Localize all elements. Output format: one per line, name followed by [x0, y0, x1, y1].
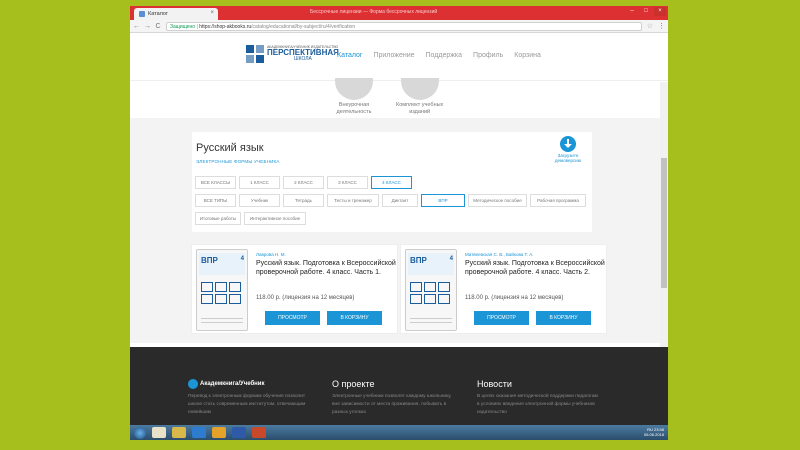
ie-icon[interactable] [192, 427, 206, 438]
type-chip-method[interactable]: Методическое пособие [468, 194, 527, 207]
book-author: Лаврова Н. М. [256, 252, 286, 257]
secure-label: Защищено [170, 23, 196, 30]
footer-news-title[interactable]: Новости [477, 379, 512, 389]
page-favicon-icon [139, 11, 145, 17]
cover-grid-icon [201, 282, 241, 304]
footer-about-text: Электронные учебники позволят каждому шк… [332, 394, 452, 416]
category-extracurricular[interactable]: Внеурочная деятельность [335, 78, 373, 115]
view-button[interactable]: ПРОСМОТР [265, 311, 320, 325]
screen: Каталог × Бессрочные лицензии — Форма бе… [130, 6, 668, 440]
subject-subtitle: ЭЛЕКТРОННЫЕ ФОРМЫ УЧЕБНИКА [196, 159, 280, 164]
type-filter-row2: Итоговые работы Интерактивное пособие [195, 212, 306, 225]
add-to-cart-button[interactable]: В КОРЗИНУ [536, 311, 591, 325]
cover-grade: 4 [240, 256, 244, 262]
footer-brand-text: Перевод к электронным формам обучения по… [188, 394, 306, 416]
browser-tab-inactive[interactable]: Бессрочные лицензии — Форма бессрочных л… [310, 9, 437, 15]
url-path: /catalog/educational/by-subject/ru/4/ver… [251, 23, 356, 30]
book-price: 118.00 р. (лицензия на 12 месяцев) [256, 295, 355, 301]
type-chip-interactive[interactable]: Интерактивное пособие [244, 212, 306, 225]
download-demo-button[interactable]: Загрузите демоверсию [548, 136, 588, 164]
main-nav: Каталог Приложение Поддержка Профиль Кор… [337, 52, 541, 59]
grade-chip-3[interactable]: 3 КЛАСС [327, 176, 368, 189]
cover-grade: 4 [449, 256, 453, 262]
type-filter: ВСЕ ТИПЫ Учебник Тетрадь Тесты и тренаже… [195, 194, 586, 207]
minimize-button[interactable]: – [626, 7, 638, 16]
download-icon [560, 136, 576, 152]
type-chip-program[interactable]: Рабочая программа [530, 194, 586, 207]
nav-cart[interactable]: Корзина [514, 52, 541, 59]
book-cover[interactable]: ВПР 4 [405, 249, 457, 331]
windows-taskbar: RU 23:58 06.06.2018 [130, 425, 668, 440]
bookmark-star-icon[interactable]: ☆ [647, 22, 653, 30]
nav-catalog[interactable]: Каталог [337, 52, 362, 59]
system-tray[interactable]: RU 23:58 06.06.2018 [643, 427, 664, 438]
word-icon[interactable] [232, 427, 246, 438]
type-chip-vpr[interactable]: ВПР [421, 194, 465, 207]
grade-chip-4[interactable]: 4 КЛАСС [371, 176, 412, 189]
grade-filter: ВСЕ КЛАССЫ 1 КЛАСС 2 КЛАСС 3 КЛАСС 4 КЛА… [195, 176, 412, 189]
site-logo[interactable]: АКАДЕМКНИГА/УЧЕБНИК ИЗДАТЕЛЬСТВО ПЕРСПЕК… [246, 45, 339, 63]
maximize-button[interactable]: □ [640, 7, 652, 16]
browser-menu-icon[interactable]: ⋮ [658, 22, 665, 30]
footer-news-text: В целях оказания методической поддержки … [477, 394, 598, 416]
folder-icon[interactable] [172, 427, 186, 438]
grade-chip-1[interactable]: 1 КЛАСС [239, 176, 280, 189]
nav-app[interactable]: Приложение [373, 52, 414, 59]
window-controls: – □ × [626, 7, 666, 16]
back-button[interactable]: ← [133, 23, 140, 30]
book-cover[interactable]: ВПР 4 [196, 249, 248, 331]
extracurricular-icon [335, 78, 373, 100]
type-chip-workbook[interactable]: Тетрадь [283, 194, 324, 207]
type-chip-final[interactable]: Итоговые работы [195, 212, 241, 225]
kits-icon [400, 78, 439, 100]
address-bar[interactable]: Защищено | https://shop-akbooks.ru/catal… [166, 21, 642, 31]
tab-close-icon[interactable]: × [210, 10, 214, 16]
browser-tabbar: Каталог × Бессрочные лицензии — Форма бе… [130, 6, 668, 20]
add-to-cart-button[interactable]: В КОРЗИНУ [327, 311, 382, 325]
product-card: ВПР 4 Лаврова Н. М. Русский язык. Подгот… [191, 244, 398, 334]
book-title[interactable]: Русский язык. Подготовка к Всероссийской… [465, 260, 605, 278]
book-price: 118.00 р. (лицензия на 12 месяцев) [465, 295, 564, 301]
tray-date: 06.06.2018 [643, 431, 664, 437]
grade-chip-all[interactable]: ВСЕ КЛАССЫ [195, 176, 236, 189]
footer-about-title[interactable]: О проекте [332, 379, 374, 389]
category-strip: Внеурочная деятельность Комплект учебных… [130, 78, 660, 118]
grade-chip-2[interactable]: 2 КЛАСС [283, 176, 324, 189]
url-host: https://shop-akbooks.ru [199, 23, 252, 30]
book-author: Матвеевская С. В., Байкова Т. А. [465, 252, 534, 257]
logo-mark-icon [246, 45, 264, 63]
explorer-icon[interactable] [152, 427, 166, 438]
nav-support[interactable]: Поддержка [426, 52, 463, 59]
close-window-button[interactable]: × [654, 7, 666, 16]
footer-logo-icon [188, 379, 198, 389]
product-card: ВПР 4 Матвеевская С. В., Байкова Т. А. Р… [400, 244, 607, 334]
book-title[interactable]: Русский язык. Подготовка к Всероссийской… [256, 260, 396, 278]
footer-logo[interactable]: Академкнига/Учебник [188, 379, 265, 389]
category-kits[interactable]: Комплект учебных изданий [396, 78, 443, 115]
scrollbar-thumb[interactable] [661, 158, 667, 288]
nav-profile[interactable]: Профиль [473, 52, 503, 59]
subject-title: Русский язык [196, 142, 264, 154]
filter-panel: Русский язык ЭЛЕКТРОННЫЕ ФОРМЫ УЧЕБНИКА … [192, 132, 592, 232]
type-chip-dictation[interactable]: Диктант [382, 194, 418, 207]
type-chip-textbook[interactable]: Учебник [239, 194, 280, 207]
type-chip-all[interactable]: ВСЕ ТИПЫ [195, 194, 236, 207]
chrome-icon[interactable] [212, 427, 226, 438]
logo-subname: ШКОЛА [294, 56, 312, 63]
tab-title: Каталог [148, 11, 168, 17]
cover-vpr-label: ВПР [410, 256, 427, 265]
cover-grid-icon [410, 282, 450, 304]
cover-vpr-label: ВПР [201, 256, 218, 265]
powerpoint-icon[interactable] [252, 427, 266, 438]
forward-button[interactable]: → [144, 23, 151, 30]
browser-navbar: ← → C Защищено | https://shop-akbooks.ru… [130, 20, 668, 33]
browser-tab[interactable]: Каталог × [134, 8, 218, 20]
type-chip-tests[interactable]: Тесты и тренажер [327, 194, 379, 207]
start-button-icon[interactable] [134, 426, 146, 439]
view-button[interactable]: ПРОСМОТР [474, 311, 529, 325]
reload-button[interactable]: C [155, 23, 161, 30]
